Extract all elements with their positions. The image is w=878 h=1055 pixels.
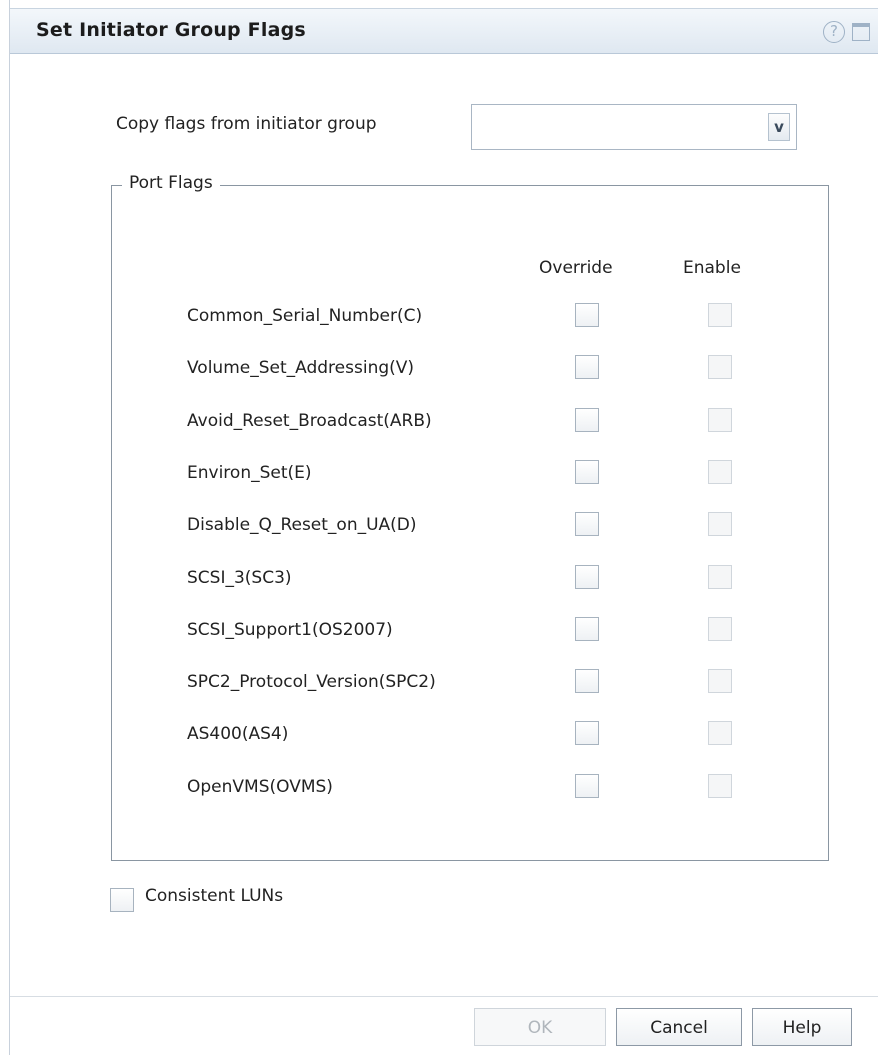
maximize-icon[interactable]: [852, 23, 870, 41]
port-flag-label: Volume_Set_Addressing(V): [187, 358, 415, 378]
dialog-title-bar: Set Initiator Group Flags ?: [10, 8, 878, 54]
consistent-luns-label: Consistent LUNs: [145, 886, 284, 906]
port-flag-row: OpenVMS(OVMS): [10, 774, 878, 817]
port-flag-row: Volume_Set_Addressing(V): [10, 355, 878, 398]
cancel-button[interactable]: Cancel: [616, 1008, 742, 1046]
dialog-title: Set Initiator Group Flags: [36, 19, 306, 41]
port-flags-legend: Port Flags: [122, 173, 220, 193]
port-flag-row: SPC2_Protocol_Version(SPC2): [10, 669, 878, 712]
port-flag-row: Avoid_Reset_Broadcast(ARB): [10, 408, 878, 451]
enable-checkbox[interactable]: [708, 774, 732, 798]
enable-checkbox[interactable]: [708, 303, 732, 327]
override-checkbox[interactable]: [575, 460, 599, 484]
override-checkbox[interactable]: [575, 774, 599, 798]
port-flag-row: SCSI_3(SC3): [10, 565, 878, 608]
port-flag-label: SCSI_3(SC3): [187, 568, 292, 588]
port-flag-label: AS400(AS4): [187, 724, 289, 744]
override-column-header: Override: [539, 258, 613, 278]
port-flag-row: Common_Serial_Number(C): [10, 303, 878, 346]
enable-checkbox[interactable]: [708, 460, 732, 484]
override-checkbox[interactable]: [575, 303, 599, 327]
enable-checkbox[interactable]: [708, 669, 732, 693]
enable-checkbox[interactable]: [708, 408, 732, 432]
enable-checkbox[interactable]: [708, 355, 732, 379]
enable-checkbox[interactable]: [708, 617, 732, 641]
copy-flags-label: Copy flags from initiator group: [116, 114, 377, 134]
override-checkbox[interactable]: [575, 355, 599, 379]
ok-button[interactable]: OK: [474, 1008, 606, 1046]
dialog-footer: OK Cancel Help: [10, 996, 878, 1055]
override-checkbox[interactable]: [575, 617, 599, 641]
override-checkbox[interactable]: [575, 721, 599, 745]
port-flag-row: AS400(AS4): [10, 721, 878, 764]
enable-checkbox[interactable]: [708, 721, 732, 745]
override-checkbox[interactable]: [575, 565, 599, 589]
port-flag-label: Common_Serial_Number(C): [187, 306, 423, 326]
enable-column-header: Enable: [683, 258, 741, 278]
help-icon[interactable]: ?: [823, 21, 845, 43]
port-flag-label: Disable_Q_Reset_on_UA(D): [187, 515, 417, 535]
port-flag-row: Environ_Set(E): [10, 460, 878, 503]
set-initiator-group-flags-dialog: Set Initiator Group Flags ? Copy flags f…: [9, 0, 878, 1055]
help-button[interactable]: Help: [752, 1008, 852, 1046]
port-flag-row: SCSI_Support1(OS2007): [10, 617, 878, 660]
port-flag-label: OpenVMS(OVMS): [187, 777, 333, 797]
override-checkbox[interactable]: [575, 669, 599, 693]
port-flag-label: SPC2_Protocol_Version(SPC2): [187, 672, 436, 692]
consistent-luns-checkbox[interactable]: [110, 888, 134, 912]
override-checkbox[interactable]: [575, 512, 599, 536]
port-flag-label: Environ_Set(E): [187, 463, 312, 483]
enable-checkbox[interactable]: [708, 565, 732, 589]
enable-checkbox[interactable]: [708, 512, 732, 536]
port-flag-label: SCSI_Support1(OS2007): [187, 620, 393, 640]
chevron-down-icon[interactable]: v: [768, 113, 790, 141]
port-flag-label: Avoid_Reset_Broadcast(ARB): [187, 411, 432, 431]
copy-flags-dropdown[interactable]: v: [471, 104, 797, 150]
port-flag-row: Disable_Q_Reset_on_UA(D): [10, 512, 878, 555]
override-checkbox[interactable]: [575, 408, 599, 432]
